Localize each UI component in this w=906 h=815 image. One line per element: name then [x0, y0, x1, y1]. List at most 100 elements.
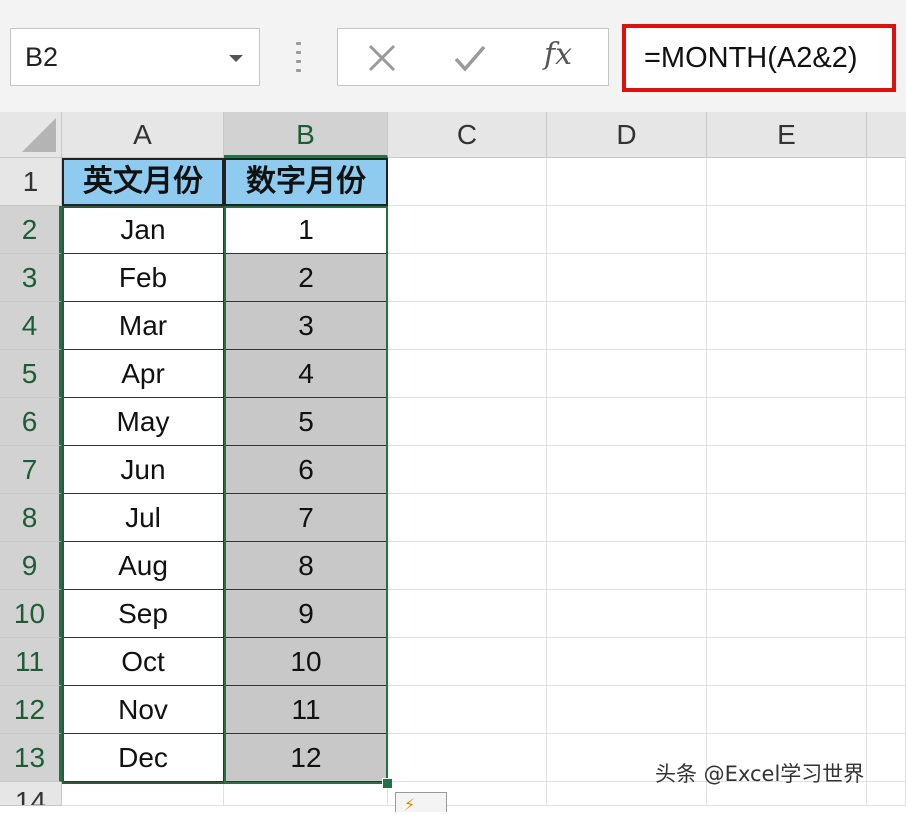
name-box[interactable]: B2: [10, 28, 260, 86]
row-header-10[interactable]: 10: [0, 590, 62, 638]
cell-e9[interactable]: [707, 542, 867, 590]
row-header-11[interactable]: 11: [0, 638, 62, 686]
row-header-6[interactable]: 6: [0, 398, 62, 446]
row-header-9[interactable]: 9: [0, 542, 62, 590]
cell-d5[interactable]: [547, 350, 707, 398]
cell-c5[interactable]: [388, 350, 547, 398]
row-header-3[interactable]: 3: [0, 254, 62, 302]
cell-f13[interactable]: [867, 734, 906, 782]
quick-analysis-button[interactable]: ⚡: [395, 792, 447, 814]
cell-f10[interactable]: [867, 590, 906, 638]
cell-a9[interactable]: Aug: [62, 542, 224, 590]
cell-c4[interactable]: [388, 302, 547, 350]
cell-b2[interactable]: 1: [224, 206, 388, 254]
cell-d6[interactable]: [547, 398, 707, 446]
cell-a12[interactable]: Nov: [62, 686, 224, 734]
cell-a8[interactable]: Jul: [62, 494, 224, 542]
cell-c6[interactable]: [388, 398, 547, 446]
cell-d4[interactable]: [547, 302, 707, 350]
cell-e3[interactable]: [707, 254, 867, 302]
cell-a6[interactable]: May: [62, 398, 224, 446]
cell-e6[interactable]: [707, 398, 867, 446]
row-header-7[interactable]: 7: [0, 446, 62, 494]
cell-a14[interactable]: [62, 782, 224, 806]
column-header-f[interactable]: [867, 112, 906, 158]
cell-b10[interactable]: 9: [224, 590, 388, 638]
cell-c12[interactable]: [388, 686, 547, 734]
chevron-down-icon[interactable]: [229, 55, 243, 62]
cell-d1[interactable]: [547, 158, 707, 206]
cell-b12[interactable]: 11: [224, 686, 388, 734]
row-header-8[interactable]: 8: [0, 494, 62, 542]
row-header-14[interactable]: 14: [0, 782, 62, 806]
enter-check-icon[interactable]: [453, 42, 487, 74]
cell-b11[interactable]: 10: [224, 638, 388, 686]
cell-a2[interactable]: Jan: [62, 206, 224, 254]
column-header-e[interactable]: E: [707, 112, 867, 158]
cell-c8[interactable]: [388, 494, 547, 542]
row-header-4[interactable]: 4: [0, 302, 62, 350]
cell-e7[interactable]: [707, 446, 867, 494]
cell-f7[interactable]: [867, 446, 906, 494]
cell-d12[interactable]: [547, 686, 707, 734]
cell-a1[interactable]: 英文月份: [62, 158, 224, 206]
cell-a7[interactable]: Jun: [62, 446, 224, 494]
cell-c1[interactable]: [388, 158, 547, 206]
cell-e10[interactable]: [707, 590, 867, 638]
cell-f11[interactable]: [867, 638, 906, 686]
cell-b5[interactable]: 4: [224, 350, 388, 398]
cell-f9[interactable]: [867, 542, 906, 590]
cell-f4[interactable]: [867, 302, 906, 350]
cell-b6[interactable]: 5: [224, 398, 388, 446]
cell-b7[interactable]: 6: [224, 446, 388, 494]
cell-d7[interactable]: [547, 446, 707, 494]
row-header-1[interactable]: 1: [0, 158, 62, 206]
cell-c7[interactable]: [388, 446, 547, 494]
cell-e2[interactable]: [707, 206, 867, 254]
cell-f1[interactable]: [867, 158, 906, 206]
cell-d2[interactable]: [547, 206, 707, 254]
cell-e12[interactable]: [707, 686, 867, 734]
cell-f2[interactable]: [867, 206, 906, 254]
cell-f5[interactable]: [867, 350, 906, 398]
cell-a4[interactable]: Mar: [62, 302, 224, 350]
cell-b3[interactable]: 2: [224, 254, 388, 302]
cell-c13[interactable]: [388, 734, 547, 782]
cell-f14[interactable]: [867, 782, 906, 806]
cell-d9[interactable]: [547, 542, 707, 590]
grip-handle-icon[interactable]: [295, 42, 303, 72]
column-header-c[interactable]: C: [388, 112, 547, 158]
row-header-5[interactable]: 5: [0, 350, 62, 398]
cell-c9[interactable]: [388, 542, 547, 590]
cell-c10[interactable]: [388, 590, 547, 638]
cell-f12[interactable]: [867, 686, 906, 734]
cell-d3[interactable]: [547, 254, 707, 302]
column-header-d[interactable]: D: [547, 112, 707, 158]
cell-b13[interactable]: 12: [224, 734, 388, 782]
cancel-x-icon[interactable]: [366, 42, 398, 74]
cell-a5[interactable]: Apr: [62, 350, 224, 398]
formula-input[interactable]: =MONTH(A2&2): [622, 24, 896, 92]
cell-d8[interactable]: [547, 494, 707, 542]
column-header-b[interactable]: B: [224, 112, 388, 158]
cell-b4[interactable]: 3: [224, 302, 388, 350]
cell-b1[interactable]: 数字月份: [224, 158, 388, 206]
cell-c3[interactable]: [388, 254, 547, 302]
row-header-2[interactable]: 2: [0, 206, 62, 254]
fx-icon[interactable]: fx: [544, 37, 572, 72]
cell-d11[interactable]: [547, 638, 707, 686]
cell-f3[interactable]: [867, 254, 906, 302]
row-header-13[interactable]: 13: [0, 734, 62, 782]
cell-f8[interactable]: [867, 494, 906, 542]
cell-e4[interactable]: [707, 302, 867, 350]
cell-f6[interactable]: [867, 398, 906, 446]
column-header-a[interactable]: A: [62, 112, 224, 158]
select-all-button[interactable]: [0, 112, 62, 158]
cell-b14[interactable]: [224, 782, 388, 806]
cell-c2[interactable]: [388, 206, 547, 254]
cell-b9[interactable]: 8: [224, 542, 388, 590]
cell-c11[interactable]: [388, 638, 547, 686]
cell-a10[interactable]: Sep: [62, 590, 224, 638]
cell-a3[interactable]: Feb: [62, 254, 224, 302]
cell-e11[interactable]: [707, 638, 867, 686]
